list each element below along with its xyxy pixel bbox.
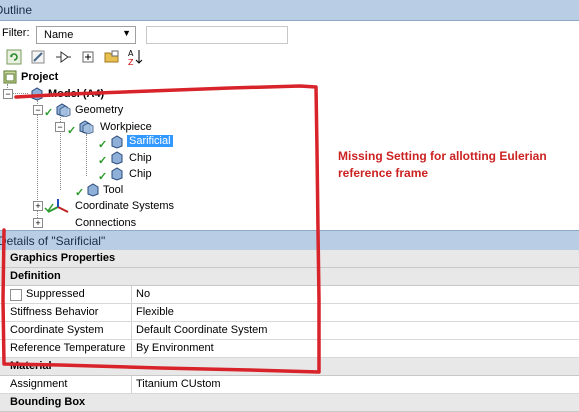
- check-icon: ✓: [98, 155, 108, 167]
- connect-icon[interactable]: [55, 49, 71, 65]
- property-name: Coordinate System: [10, 324, 104, 336]
- filter-dropdown[interactable]: Name ▼: [36, 26, 136, 44]
- geometry-icon: [55, 103, 71, 118]
- property-value[interactable]: Titanium CUstom: [136, 378, 221, 390]
- property-name: Suppressed: [26, 288, 85, 300]
- column-divider: [131, 376, 132, 393]
- column-divider: [131, 304, 132, 321]
- category-bounding-box[interactable]: Bounding Box: [0, 394, 579, 412]
- outline-title-bar: Outline: [0, 0, 579, 21]
- filter-label: Filter:: [2, 27, 30, 39]
- column-divider: [131, 322, 132, 339]
- check-icon: ✓: [44, 107, 54, 119]
- model-icon: [30, 87, 44, 101]
- body-icon: [110, 135, 124, 149]
- category-label: Material: [10, 360, 52, 372]
- property-value[interactable]: Default Coordinate System: [136, 324, 267, 336]
- sort-az-icon[interactable]: AZ: [127, 49, 143, 66]
- tree-expand-toggle[interactable]: +: [33, 218, 43, 228]
- property-value[interactable]: Flexible: [136, 306, 174, 318]
- clear-icon[interactable]: [30, 49, 46, 65]
- tree-connector: [12, 93, 28, 94]
- property-name: Stiffness Behavior: [10, 306, 99, 318]
- tree-collapse-toggle[interactable]: −: [3, 89, 13, 99]
- coordinate-systems-icon: [44, 198, 72, 214]
- tree-item-chip[interactable]: Chip: [129, 152, 152, 164]
- category-material[interactable]: Material: [0, 358, 579, 376]
- tree-expand-toggle[interactable]: +: [33, 201, 43, 211]
- tree-collapse-toggle[interactable]: −: [33, 105, 43, 115]
- column-divider: [131, 286, 132, 303]
- filter-selected-value: Name: [44, 29, 74, 41]
- tree-item-project[interactable]: Project: [21, 71, 58, 83]
- property-row-reference-temperature[interactable]: Reference Temperature By Environment: [0, 340, 579, 358]
- body-icon: [110, 151, 124, 165]
- property-row-assignment[interactable]: Assignment Titanium CUstom: [0, 376, 579, 394]
- body-icon: [86, 183, 100, 197]
- tree-item-geometry[interactable]: Geometry: [75, 104, 123, 116]
- tree-item-connections[interactable]: Connections: [75, 217, 136, 227]
- property-row-coordinate-system[interactable]: Coordinate System Default Coordinate Sys…: [0, 322, 579, 340]
- category-label: Bounding Box: [10, 396, 86, 408]
- multibody-part-icon: [78, 120, 94, 135]
- column-divider: [131, 340, 132, 357]
- body-icon: [110, 167, 124, 181]
- project-icon: [3, 70, 17, 84]
- folder-icon[interactable]: [104, 49, 120, 65]
- tree-item-sarificial[interactable]: Sarificial: [127, 135, 173, 147]
- expand-icon[interactable]: [80, 49, 96, 65]
- property-value[interactable]: No: [136, 288, 150, 300]
- tree-connector: [86, 134, 87, 176]
- property-name: Reference Temperature: [10, 342, 126, 354]
- svg-text:Z: Z: [128, 58, 134, 66]
- annotation-note: Missing Setting for allotting Eulerian r…: [338, 149, 547, 180]
- svg-text:A: A: [128, 49, 134, 58]
- tree-item-workpiece[interactable]: Workpiece: [100, 121, 152, 133]
- property-row-suppressed[interactable]: Suppressed No: [0, 286, 579, 304]
- suppressed-checkbox[interactable]: [10, 289, 22, 301]
- details-title-bar: Details of "Sarificial": [0, 230, 579, 251]
- filter-search-input[interactable]: [146, 26, 288, 44]
- category-label: Graphics Properties: [10, 252, 116, 264]
- check-icon: ✓: [75, 187, 85, 199]
- chevron-down-icon: ▼: [122, 28, 131, 38]
- category-graphics-properties[interactable]: Graphics Properties: [0, 250, 579, 268]
- details-title: Details of "Sarificial": [0, 234, 106, 248]
- property-name: Assignment: [10, 378, 68, 390]
- check-icon: ✓: [67, 125, 77, 137]
- tree-item-tool[interactable]: Tool: [103, 184, 123, 196]
- check-icon: ✓: [98, 139, 108, 151]
- outline-title: Outline: [0, 3, 33, 17]
- check-icon: ✓: [98, 171, 108, 183]
- property-value[interactable]: By Environment: [136, 342, 214, 354]
- tree-item-chip[interactable]: Chip: [129, 168, 152, 180]
- property-row-stiffness-behavior[interactable]: Stiffness Behavior Flexible: [0, 304, 579, 322]
- category-label: Definition: [10, 270, 61, 282]
- tree-item-coordinate-systems[interactable]: Coordinate Systems: [75, 200, 174, 212]
- tree-collapse-toggle[interactable]: −: [55, 122, 65, 132]
- refresh-icon[interactable]: [6, 49, 22, 65]
- category-definition[interactable]: Definition: [0, 268, 579, 286]
- tree-item-model[interactable]: Model (A4): [48, 88, 104, 100]
